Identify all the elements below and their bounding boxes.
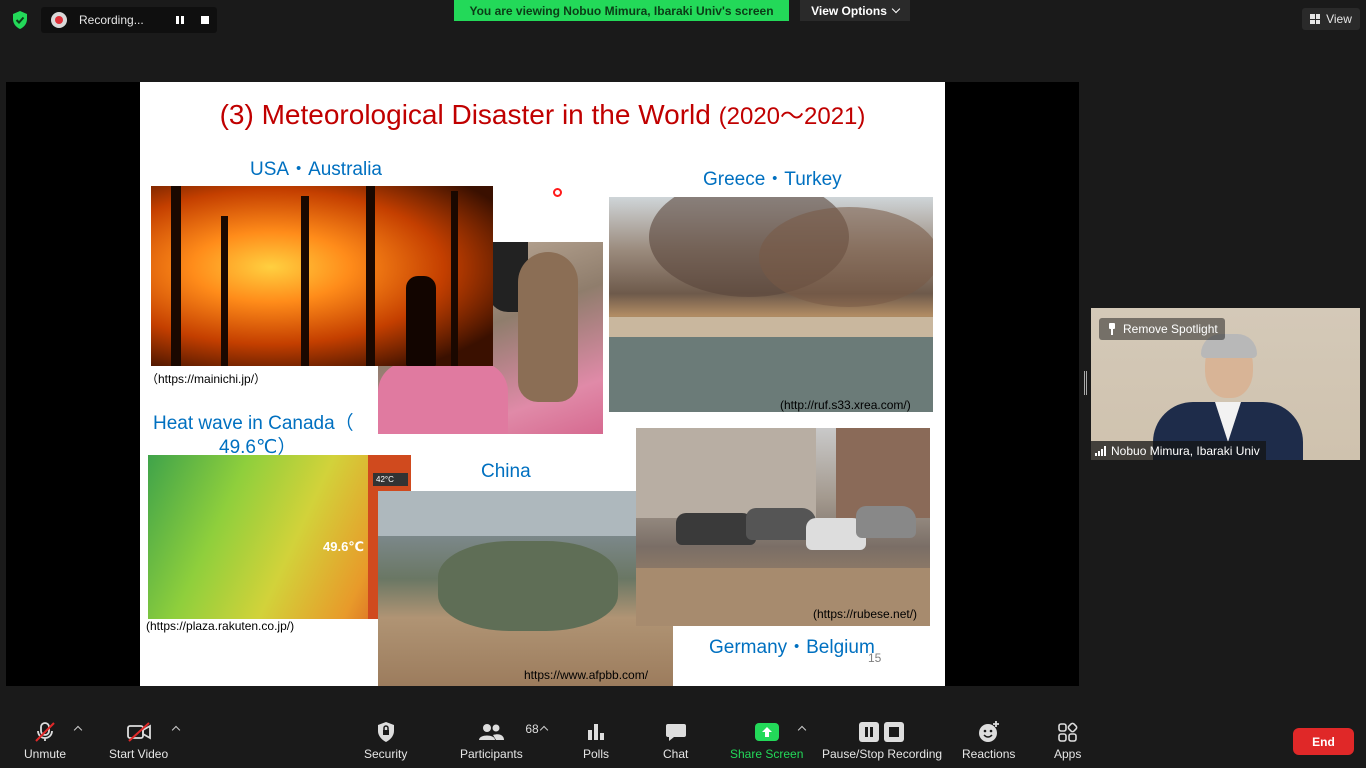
source-xrea: (http://ruf.s33.xrea.com/) [780,398,911,412]
slide-title: (3) Meteorological Disaster in the World… [140,96,945,131]
microphone-muted-icon [33,720,57,744]
polls-label: Polls [583,747,610,761]
photo-wildfire-greece [609,197,933,412]
source-rubese: (https://rubese.net/) [813,607,918,621]
photo-flood-china [378,491,673,686]
view-options-button[interactable]: View Options [800,0,910,21]
source-afpbb: https://www.afpbb.com/ [524,668,649,682]
participants-icon: 68 [477,720,539,744]
map-temp-label: 49.6℃ [323,539,365,554]
source-mainichi: （https://mainichi.jp/） [146,372,267,386]
pause-recording-icon[interactable] [174,14,186,26]
share-screen-icon [754,720,780,744]
label-china: China [481,461,531,482]
recording-indicator: Recording... [41,7,217,33]
pause-stop-recording-button[interactable]: Pause/Stop Recording [822,720,942,761]
label-germany-belgium: Germany・Belgium [709,637,875,658]
photo-flood-germany [636,428,930,626]
label-greece-turkey: Greece・Turkey [703,169,842,190]
source-rakuten: (https://plaza.rakuten.co.jp/) [146,619,295,633]
pin-icon [1107,323,1117,335]
signal-strength-icon [1095,445,1106,456]
chat-icon [664,720,688,744]
participant-name: Nobuo Mimura, Ibaraki Univ [1111,443,1260,458]
grid-view-icon [1310,14,1321,24]
chevron-down-icon [891,4,901,14]
start-video-button[interactable]: Start Video [109,720,168,761]
panel-resize-handle[interactable] [1084,371,1087,395]
chat-button[interactable]: Chat [663,720,688,761]
reactions-smiley-icon [977,720,1001,744]
slide-page-number: 15 [868,651,882,665]
chat-label: Chat [663,747,689,761]
unmute-button[interactable]: Unmute [24,720,66,761]
slide-title-main: (3) Meteorological Disaster in the World [219,99,711,130]
participants-count: 68 [525,722,539,736]
share-screen-label: Share Screen [730,747,804,761]
laser-pointer [553,188,562,197]
slide-title-years: (2020～2021) [718,103,866,130]
presentation-slide: (3) Meteorological Disaster in the World… [140,82,945,686]
map-heat-canada: 42°C 49.6℃ [148,455,411,619]
security-label: Security [364,747,408,761]
stop-recording-icon[interactable] [201,16,209,24]
label-heat-wave-canada: Heat wave in Canada（ [153,413,354,434]
recording-icon [51,12,67,28]
remove-spotlight-button[interactable]: Remove Spotlight [1099,318,1225,340]
shield-icon [375,720,397,744]
apps-label: Apps [1054,747,1082,761]
map-temp-badge: 42°C [373,473,408,486]
shield-security-icon[interactable] [10,10,30,30]
view-label: View [1326,12,1352,26]
remove-spotlight-label: Remove Spotlight [1123,322,1218,336]
view-options-label: View Options [811,3,887,18]
start-video-label: Start Video [109,747,169,761]
apps-button[interactable]: Apps [1054,720,1081,761]
polls-button[interactable]: Polls [583,720,609,761]
security-button[interactable]: Security [364,720,407,761]
participant-name-tag: Nobuo Mimura, Ibaraki Univ [1091,441,1266,460]
label-usa-australia: USA・Australia [250,159,382,180]
view-button[interactable]: View [1302,8,1360,30]
recording-label: Recording... [79,13,144,27]
participants-button[interactable]: 68 Participants [460,720,539,761]
video-off-icon [125,720,153,744]
participants-label: Participants [460,747,523,761]
end-meeting-button[interactable]: End [1293,728,1354,755]
reactions-button[interactable]: Reactions [962,720,1015,761]
apps-icon [1057,720,1079,744]
pause-stop-icon [857,720,907,744]
pause-stop-label: Pause/Stop Recording [822,747,943,761]
photo-wildfire-usa [151,186,493,366]
reactions-label: Reactions [962,747,1016,761]
share-screen-button[interactable]: Share Screen [730,720,803,761]
unmute-label: Unmute [24,747,67,761]
viewing-screen-banner: You are viewing Nobuo Mimura, Ibaraki Un… [454,0,789,21]
polls-icon [585,720,607,744]
